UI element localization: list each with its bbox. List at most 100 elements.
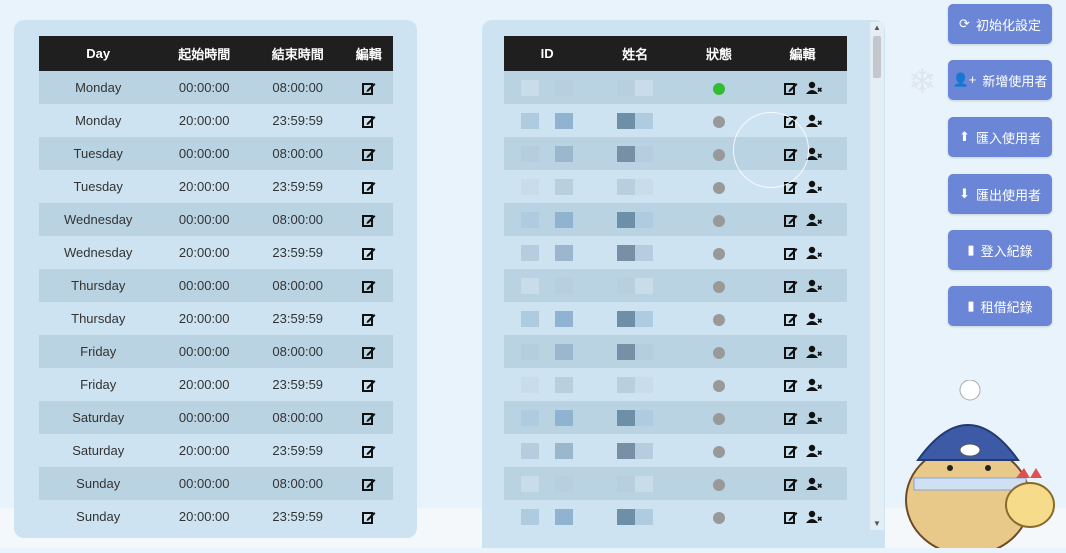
button-label: 初始化設定 (975, 17, 1041, 33)
remove-user-icon[interactable] (805, 279, 822, 293)
redacted-block (521, 343, 540, 360)
remove-user-icon[interactable] (805, 477, 822, 491)
user-status-cell (680, 269, 759, 302)
start-time-cell: 00:00:00 (157, 335, 251, 368)
edit-icon[interactable] (783, 510, 798, 525)
rental-records-button[interactable]: ▮ 租借紀錄 (948, 286, 1052, 326)
user-actions-cell (758, 401, 847, 434)
init-settings-button[interactable]: ⟳ 初始化設定 (948, 4, 1052, 44)
user-id-cell (504, 302, 591, 335)
user-name-cell (590, 170, 681, 203)
edit-icon[interactable] (361, 510, 376, 525)
add-user-icon: 👤+ (952, 72, 977, 87)
end-time-cell: 23:59:59 (250, 368, 345, 401)
edit-cell (344, 236, 393, 269)
edit-icon[interactable] (783, 279, 798, 294)
edit-icon[interactable] (361, 378, 376, 393)
start-time-cell: 00:00:00 (157, 203, 251, 236)
edit-icon[interactable] (361, 246, 376, 261)
scroll-up-arrow-icon[interactable]: ▲ (870, 22, 884, 34)
edit-icon[interactable] (361, 312, 376, 327)
remove-user-icon[interactable] (805, 213, 822, 227)
user-status-cell (680, 236, 759, 269)
scroll-thumb[interactable] (873, 36, 881, 78)
redacted-block (635, 343, 654, 360)
add-user-button[interactable]: 👤+ 新增使用者 (948, 60, 1052, 100)
edit-cell (344, 335, 393, 368)
user-name-cell (590, 368, 681, 401)
edit-icon[interactable] (361, 477, 376, 492)
user-status-cell (680, 467, 759, 500)
edit-icon[interactable] (783, 378, 798, 393)
edit-icon[interactable] (361, 213, 376, 228)
redacted-block (635, 376, 654, 393)
remove-user-icon[interactable] (805, 246, 822, 260)
edit-icon[interactable] (361, 279, 376, 294)
redacted-block (555, 409, 574, 426)
edit-icon[interactable] (783, 477, 798, 492)
edit-icon[interactable] (783, 444, 798, 459)
user-status-cell (680, 434, 759, 467)
remove-user-icon[interactable] (805, 81, 822, 95)
user-id-cell (504, 434, 591, 467)
redacted-block (555, 376, 574, 393)
login-records-button[interactable]: ▮ 登入紀錄 (948, 230, 1052, 270)
remove-user-icon[interactable] (805, 510, 822, 524)
schedule-row: Tuesday 20:00:00 23:59:59 (39, 170, 393, 203)
user-status-cell (680, 335, 759, 368)
remove-user-icon[interactable] (805, 411, 822, 425)
edit-icon[interactable] (783, 312, 798, 327)
remove-user-icon[interactable] (805, 444, 822, 458)
user-id-cell (504, 137, 591, 170)
status-dot-icon (713, 346, 726, 359)
edit-icon[interactable] (783, 213, 798, 228)
remove-user-icon[interactable] (805, 378, 822, 392)
status-dot-icon (713, 511, 726, 524)
edit-icon[interactable] (361, 345, 376, 360)
edit-cell (344, 71, 393, 104)
user-id-cell (504, 71, 591, 104)
end-time-cell: 08:00:00 (250, 269, 345, 302)
edit-icon[interactable] (361, 411, 376, 426)
edit-icon[interactable] (361, 180, 376, 195)
user-actions-cell (758, 236, 847, 269)
start-time-cell: 20:00:00 (157, 302, 251, 335)
user-actions-cell (758, 500, 847, 533)
edit-icon[interactable] (361, 81, 376, 96)
end-time-cell: 23:59:59 (250, 302, 345, 335)
edit-icon[interactable] (783, 411, 798, 426)
edit-icon[interactable] (361, 147, 376, 162)
redacted-block (617, 211, 636, 228)
status-dot-icon (713, 214, 726, 227)
redacted-block (635, 145, 654, 162)
scroll-down-arrow-icon[interactable]: ▼ (870, 518, 884, 530)
export-users-button[interactable]: ⬇ 匯出使用者 (948, 174, 1052, 214)
edit-cell (344, 170, 393, 203)
redacted-block (617, 244, 636, 261)
edit-icon[interactable] (783, 246, 798, 261)
status-dot-icon (713, 148, 726, 161)
edit-icon[interactable] (783, 345, 798, 360)
redacted-block (555, 343, 574, 360)
user-name-cell (590, 434, 681, 467)
start-time-cell: 00:00:00 (157, 401, 251, 434)
remove-user-icon[interactable] (805, 345, 822, 359)
edit-cell (344, 203, 393, 236)
users-scrollbar[interactable]: ▲ ▼ (870, 22, 884, 530)
end-time-cell: 23:59:59 (250, 236, 345, 269)
user-actions-cell (758, 434, 847, 467)
edit-icon[interactable] (361, 444, 376, 459)
day-cell: Saturday (39, 434, 158, 467)
edit-icon[interactable] (783, 81, 798, 96)
remove-user-icon[interactable] (805, 180, 822, 194)
redacted-block (555, 178, 574, 195)
remove-user-icon[interactable] (805, 114, 822, 128)
user-status-cell (680, 401, 759, 434)
start-time-cell: 20:00:00 (157, 104, 251, 137)
redacted-block (555, 79, 574, 96)
remove-user-icon[interactable] (805, 312, 822, 326)
status-dot-icon (713, 313, 726, 326)
import-users-button[interactable]: ⬆ 匯入使用者 (948, 117, 1052, 157)
schedule-row: Wednesday 00:00:00 08:00:00 (39, 203, 393, 236)
edit-icon[interactable] (361, 114, 376, 129)
